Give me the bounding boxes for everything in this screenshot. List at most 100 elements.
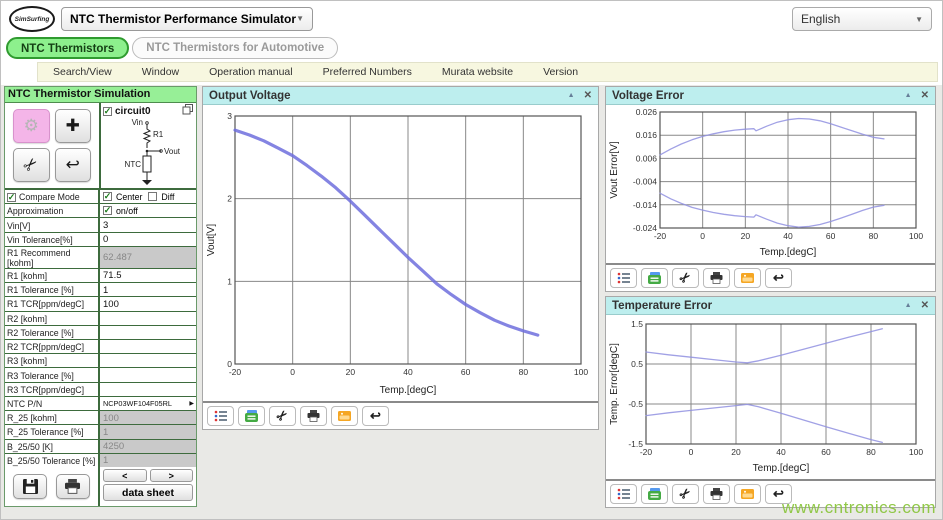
- svg-text:20: 20: [731, 447, 741, 457]
- compare-mode-row: ✓ Compare Mode ✓ Center Diff: [5, 190, 196, 204]
- approximation-label: Approximation: [7, 206, 63, 216]
- diff-checkbox[interactable]: [148, 192, 157, 201]
- language-select[interactable]: English ▼: [792, 7, 932, 31]
- table-row: R2 Tolerance [%]: [5, 326, 196, 340]
- tab-bar: NTC Thermistors NTC Thermistors for Auto…: [6, 37, 338, 60]
- tab-ntc-thermistors[interactable]: NTC Thermistors: [6, 37, 129, 59]
- param-value[interactable]: [100, 326, 196, 339]
- collapse-icon[interactable]: ▲: [905, 302, 912, 309]
- svg-text:Temp.[degC]: Temp.[degC]: [753, 463, 810, 474]
- table-row: R1 Tolerance [%]1: [5, 283, 196, 297]
- print-button[interactable]: [300, 406, 327, 426]
- settings-button[interactable]: ⚙: [13, 109, 50, 143]
- param-label: R_25 [kohm]: [5, 411, 100, 424]
- part-number-dropdown-arrow-icon[interactable]: ▶: [189, 400, 194, 407]
- menu-version[interactable]: Version: [528, 63, 593, 81]
- tab-ntc-thermistors-automotive[interactable]: NTC Thermistors for Automotive: [132, 37, 338, 59]
- simulator-select-value: NTC Thermistor Performance Simulator: [70, 8, 296, 30]
- tools-button[interactable]: ✂: [13, 148, 50, 182]
- logo-text: SimSurfing: [15, 16, 50, 23]
- table-row: B_25/50 [K]4250: [5, 440, 196, 454]
- svg-text:1: 1: [227, 276, 232, 286]
- svg-text:Temp.[degC]: Temp.[degC]: [380, 385, 437, 396]
- close-icon[interactable]: ✕: [584, 90, 592, 101]
- menu-preferred-numbers[interactable]: Preferred Numbers: [308, 63, 427, 81]
- param-value[interactable]: 71.5: [100, 269, 196, 282]
- param-value[interactable]: 1: [100, 283, 196, 296]
- svg-text:40: 40: [776, 447, 786, 457]
- param-value-text: 0: [103, 234, 108, 245]
- circuit0-checkbox[interactable]: ✓: [103, 107, 112, 116]
- table-row: R3 TCR[ppm/degC]: [5, 383, 196, 397]
- legend-button[interactable]: [610, 268, 637, 288]
- param-value-text: 4250: [103, 441, 124, 452]
- collapse-icon[interactable]: ▲: [905, 92, 912, 99]
- data-sheet-button[interactable]: data sheet: [103, 484, 193, 501]
- export-data-button[interactable]: [641, 484, 668, 504]
- undo-button[interactable]: ↩: [765, 268, 792, 288]
- param-value-text: 3: [103, 220, 108, 231]
- svg-text:Temp. Error[degC]: Temp. Error[degC]: [609, 343, 620, 425]
- diff-label: Diff: [161, 192, 174, 202]
- table-row: R1 [kohm]71.5: [5, 269, 196, 283]
- export-data-button[interactable]: [641, 268, 668, 288]
- output-voltage-header: Output Voltage ▲ ✕: [203, 87, 598, 105]
- svg-text:Vout: Vout: [164, 147, 181, 156]
- legend-button[interactable]: [207, 406, 234, 426]
- copy-icon[interactable]: [182, 104, 194, 118]
- param-label: Vin[V]: [5, 218, 100, 231]
- menu-murata-website[interactable]: Murata website: [427, 63, 528, 81]
- table-row: R1 TCR[ppm/degC]100: [5, 297, 196, 311]
- menu-search-view[interactable]: Search/View: [38, 63, 127, 81]
- param-value[interactable]: 3: [100, 218, 196, 231]
- tools-button[interactable]: ✂: [672, 484, 699, 504]
- print-icon: [710, 272, 723, 284]
- menu-operation-manual[interactable]: Operation manual: [194, 63, 307, 81]
- menu-window[interactable]: Window: [127, 63, 194, 81]
- save-button[interactable]: [13, 474, 47, 499]
- param-value[interactable]: 0: [100, 233, 196, 246]
- svg-text:0.006: 0.006: [636, 153, 658, 163]
- floppy-icon: [22, 479, 39, 494]
- close-icon[interactable]: ✕: [921, 90, 929, 101]
- export-data-button[interactable]: [238, 406, 265, 426]
- print-button[interactable]: [703, 268, 730, 288]
- undo-button[interactable]: ↩: [362, 406, 389, 426]
- voltage-error-header: Voltage Error ▲ ✕: [606, 87, 935, 105]
- tools-button[interactable]: ✂: [269, 406, 296, 426]
- compare-mode-options: ✓ Center Diff: [100, 190, 196, 203]
- param-value[interactable]: [100, 383, 196, 396]
- svg-text:-0.5: -0.5: [628, 399, 643, 409]
- save-image-button[interactable]: [331, 406, 358, 426]
- legend-button[interactable]: [610, 484, 637, 504]
- param-value[interactable]: 100: [100, 297, 196, 310]
- save-image-button[interactable]: [734, 268, 761, 288]
- collapse-icon[interactable]: ▲: [568, 92, 575, 99]
- next-part-button[interactable]: >: [150, 469, 194, 482]
- prev-part-button[interactable]: <: [103, 469, 147, 482]
- print-button[interactable]: [56, 474, 90, 499]
- param-value[interactable]: [100, 312, 196, 325]
- param-value[interactable]: [100, 354, 196, 367]
- save-image-button[interactable]: [734, 484, 761, 504]
- table-row: R3 [kohm]: [5, 354, 196, 368]
- print-button[interactable]: [703, 484, 730, 504]
- table-row: Vin Tolerance[%]0: [5, 233, 196, 247]
- simulator-select[interactable]: NTC Thermistor Performance Simulator ▼: [61, 7, 313, 31]
- svg-text:0: 0: [700, 231, 705, 241]
- export-data-icon: [245, 410, 258, 422]
- close-icon[interactable]: ✕: [921, 300, 929, 311]
- ntc-part-number-value[interactable]: NCP03WF104F05RL▶: [100, 397, 196, 410]
- center-checkbox[interactable]: ✓: [103, 192, 112, 201]
- tools-icon: ✂: [676, 268, 695, 287]
- printer-icon: [64, 479, 81, 494]
- param-value[interactable]: [100, 340, 196, 353]
- undo-button[interactable]: ↩: [55, 148, 92, 182]
- approximation-checkbox[interactable]: ✓: [103, 206, 112, 215]
- tools-button[interactable]: ✂: [672, 268, 699, 288]
- temperature-error-header: Temperature Error ▲ ✕: [606, 297, 935, 315]
- add-circuit-button[interactable]: ✚: [55, 109, 92, 143]
- svg-text:0: 0: [227, 359, 232, 369]
- param-value[interactable]: [100, 368, 196, 381]
- compare-mode-checkbox[interactable]: ✓: [7, 193, 16, 202]
